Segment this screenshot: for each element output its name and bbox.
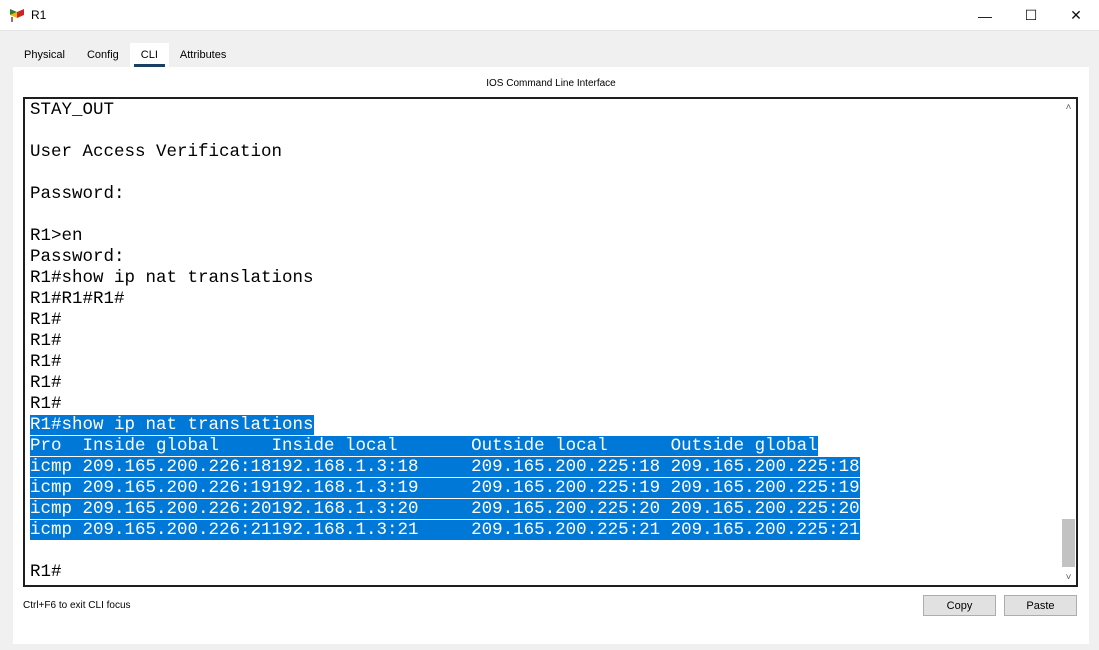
console-line-text: R1#R1#R1# <box>30 289 125 309</box>
console-line-text: icmp 209.165.200.226:19192.168.1.3:19 20… <box>30 478 860 498</box>
console-line-text: R1# <box>30 562 62 582</box>
console-line: Password: <box>30 247 1058 268</box>
console-line-text: R1# <box>30 394 62 414</box>
console-line: icmp 209.165.200.226:18192.168.1.3:18 20… <box>30 457 1058 478</box>
cli-console[interactable]: STAY_OUT User Access Verification Password… <box>23 97 1078 587</box>
scroll-thumb[interactable] <box>1062 519 1075 567</box>
console-line-text: R1#show ip nat translations <box>30 415 314 435</box>
close-button[interactable]: ✕ <box>1053 0 1099 31</box>
tab-attributes[interactable]: Attributes <box>169 43 237 67</box>
console-line: Password: <box>30 184 1058 205</box>
packet-tracer-app-icon <box>10 9 24 22</box>
console-line: R1# <box>30 394 1058 415</box>
console-line: User Access Verification <box>30 142 1058 163</box>
console-line: R1# <box>30 373 1058 394</box>
console-line-text: R1# <box>30 331 62 351</box>
console-output[interactable]: STAY_OUT User Access Verification Password… <box>30 100 1058 583</box>
chevron-up-icon: ˄ <box>1065 101 1072 113</box>
scroll-up-button[interactable]: ˄ <box>1061 99 1076 115</box>
console-line: icmp 209.165.200.226:20192.168.1.3:20 20… <box>30 499 1058 520</box>
console-line: R1# <box>30 331 1058 352</box>
console-line: R1# <box>30 352 1058 373</box>
console-line: R1# <box>30 310 1058 331</box>
copy-button[interactable]: Copy <box>923 595 996 616</box>
console-line-text: R1>en <box>30 226 83 246</box>
console-line: icmp 209.165.200.226:21192.168.1.3:21 20… <box>30 520 1058 541</box>
console-line: R1#show ip nat translations <box>30 415 1058 436</box>
console-line: R1#show ip nat translations <box>30 268 1058 289</box>
tab-label: Config <box>86 49 119 61</box>
console-line: icmp 209.165.200.226:19192.168.1.3:19 20… <box>30 478 1058 499</box>
console-line-text: Password: <box>30 184 125 204</box>
paste-button[interactable]: Paste <box>1004 595 1077 616</box>
minimize-icon: — <box>978 7 992 24</box>
panel-title: IOS Command Line Interface <box>486 78 616 89</box>
cli-panel: IOS Command Line Interface STAY_OUT User … <box>13 67 1089 644</box>
tab-config[interactable]: Config <box>76 43 130 67</box>
tab-label: CLI <box>140 49 158 61</box>
console-line-text: User Access Verification <box>30 142 283 162</box>
tab-bar: Physical Config CLI Attributes <box>13 43 237 67</box>
tab-label: Attributes <box>179 49 227 61</box>
tab-physical[interactable]: Physical <box>13 43 76 67</box>
scroll-down-button[interactable]: ˅ <box>1061 569 1076 585</box>
console-line: STAY_OUT <box>30 100 1058 121</box>
console-line: R1# <box>30 562 1058 583</box>
maximize-icon: ☐ <box>1024 7 1038 23</box>
console-line: Pro Inside global Inside local Outside l… <box>30 436 1058 457</box>
minimize-button[interactable]: — <box>962 0 1008 31</box>
console-line-text: R1#show ip nat translations <box>30 268 314 288</box>
maximize-button[interactable]: ☐ <box>1008 0 1054 31</box>
console-line-text: icmp 209.165.200.226:20192.168.1.3:20 20… <box>30 499 860 519</box>
title-bar: R1 — ☐ ✕ <box>0 0 1099 31</box>
console-line-text: Password: <box>30 247 125 267</box>
chevron-down-icon: ˅ <box>1065 571 1072 583</box>
cli-focus-hint: Ctrl+F6 to exit CLI focus <box>23 600 131 611</box>
console-line-text: R1# <box>30 352 62 372</box>
console-line-text: icmp 209.165.200.226:21192.168.1.3:21 20… <box>30 520 860 540</box>
tab-cli[interactable]: CLI <box>129 43 169 67</box>
console-line-text: STAY_OUT <box>30 100 115 120</box>
close-icon: ✕ <box>1070 7 1082 23</box>
console-line: R1>en <box>30 226 1058 247</box>
console-line-text: icmp 209.165.200.226:18192.168.1.3:18 20… <box>30 457 860 477</box>
console-scrollbar[interactable]: ˄ ˅ <box>1061 99 1076 585</box>
console-line-text: Pro Inside global Inside local Outside l… <box>30 436 818 456</box>
console-line-text: R1# <box>30 373 62 393</box>
console-line-text: R1# <box>30 310 62 330</box>
window-title: R1 <box>31 8 47 22</box>
tab-label: Physical <box>24 49 65 61</box>
console-line: R1#R1#R1# <box>30 289 1058 310</box>
